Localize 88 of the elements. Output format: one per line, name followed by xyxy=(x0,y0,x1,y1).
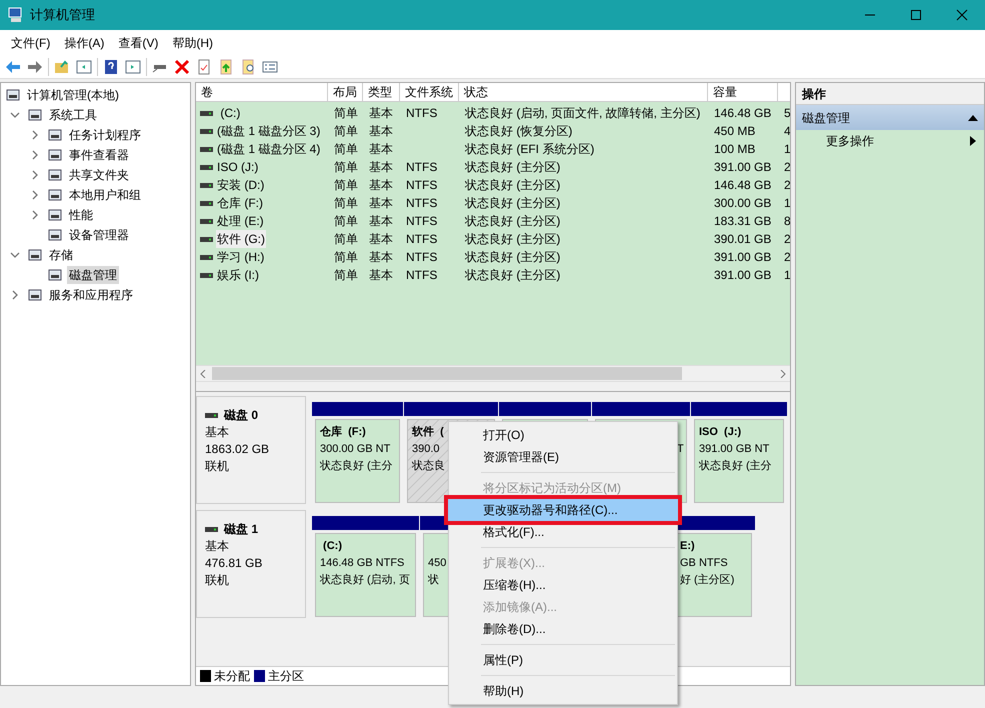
table-cell-text: 2 xyxy=(783,231,790,248)
partition-size: 450 xyxy=(428,556,446,571)
table-cell-text: 状态良好 (EFI 系统分区) xyxy=(464,141,596,158)
table-cell-text: 状态良好 (主分区) xyxy=(464,159,562,176)
table-cell-text: 基本 xyxy=(368,195,394,212)
table-cell-text: 391.00 GB xyxy=(713,159,772,176)
table-cell-text: 8 xyxy=(783,213,790,230)
table-cell-text: 状态良好 (主分区) xyxy=(464,177,562,194)
partition-size: 146.48 GB NTFS xyxy=(320,556,404,571)
table-cell-text: 简单 xyxy=(333,105,359,122)
table-cell-text: 状态良好 (主分区) xyxy=(464,195,562,212)
partition-status: 状态良 xyxy=(412,458,445,474)
actions-title: 操作 xyxy=(796,83,984,105)
disk-size: 1863.02 GB xyxy=(205,441,270,458)
table-cell-text: NTFS xyxy=(405,159,438,176)
table-cell-text: NTFS xyxy=(405,231,438,248)
partition-title: (C:) xyxy=(322,539,342,554)
table-cell-text: 简单 xyxy=(333,213,359,230)
table-cell-text: 450 MB xyxy=(713,123,756,140)
table-cell-text: 2 xyxy=(783,249,790,266)
partition-title: ISO (J:) xyxy=(699,425,742,440)
disk-status: 联机 xyxy=(205,458,230,475)
table-cell-text: 146.48 GB xyxy=(713,105,772,122)
table-cell-text: 简单 xyxy=(333,195,359,212)
table-cell-text: 状态良好 (启动, 页面文件, 故障转储, 主分区) xyxy=(464,105,702,122)
partition-status: 状态良好 (主分 xyxy=(320,458,393,474)
table-cell-text: 390.01 GB xyxy=(713,231,772,248)
table-cell-text: 1 xyxy=(783,267,790,284)
table-cell-text: 183.31 GB xyxy=(713,213,772,230)
table-cell-text: NTFS xyxy=(405,105,438,122)
table-cell-text: 基本 xyxy=(368,231,394,248)
table-cell-text: NTFS xyxy=(405,249,438,266)
table-cell-text: 4 xyxy=(783,123,790,140)
table-cell-text: 简单 xyxy=(333,231,359,248)
table-cell-text: NTFS xyxy=(405,267,438,284)
table-cell-text: 基本 xyxy=(368,213,394,230)
disk-status: 联机 xyxy=(205,572,230,589)
disk-name: 磁盘 0 xyxy=(224,407,258,424)
table-cell-text: 1 xyxy=(783,141,790,158)
table-cell-text: 基本 xyxy=(368,177,394,194)
disk-name: 磁盘 1 xyxy=(224,521,258,538)
table-cell-text: 状态良好 (主分区) xyxy=(464,267,562,284)
disk-type: 基本 xyxy=(205,538,230,555)
partition-status: 状态良好 (主分 xyxy=(699,458,772,474)
partition-title: 仓库 (F:) xyxy=(320,424,366,440)
disk-size: 476.81 GB xyxy=(205,555,264,572)
table-cell-text: 基本 xyxy=(368,249,394,266)
table-cell-text: 简单 xyxy=(333,123,359,140)
legend-label: 主分区 xyxy=(268,668,304,685)
table-cell-text: 100 MB xyxy=(713,141,756,158)
table-cell-text: 2 xyxy=(783,159,790,176)
partition-status: 状态良好 (启动, 页 xyxy=(320,572,410,588)
disk-type: 基本 xyxy=(205,424,230,441)
table-cell-text: 简单 xyxy=(333,267,359,284)
table-cell-text: 简单 xyxy=(333,249,359,266)
table-cell-text: NTFS xyxy=(405,213,438,230)
table-cell-text: 基本 xyxy=(368,159,394,176)
table-cell-text: 基本 xyxy=(368,105,394,122)
table-cell-text: 146.48 GB xyxy=(713,177,772,194)
table-cell-text: 1 xyxy=(783,195,790,212)
partition-size: 391.00 GB NT xyxy=(699,442,770,457)
table-cell-text: 300.00 GB xyxy=(713,195,772,212)
table-cell-text: 基本 xyxy=(368,141,394,158)
table-cell-text: 简单 xyxy=(333,159,359,176)
table-cell-text: 简单 xyxy=(333,141,359,158)
table-cell-text: NTFS xyxy=(405,177,438,194)
table-cell-text: 状态良好 (主分区) xyxy=(464,213,562,230)
table-cell-text: 基本 xyxy=(368,267,394,284)
legend-label: 未分配 xyxy=(214,668,250,685)
partition-title: E:) xyxy=(680,539,695,554)
partition-status: 好 (主分区) xyxy=(680,572,734,588)
table-cell-text: 状态良好 (恢复分区) xyxy=(464,123,574,140)
partition-size: 390.0 xyxy=(412,442,440,457)
partition-size: GB NTFS xyxy=(680,556,728,571)
table-cell-text: 简单 xyxy=(333,177,359,194)
partition-size: T xyxy=(677,442,684,457)
table-cell-text: 391.00 GB xyxy=(713,249,772,266)
table-cell-text: 2 xyxy=(783,177,790,194)
partition-title: 软件 ( xyxy=(412,424,444,440)
table-cell-text: 状态良好 (主分区) xyxy=(464,231,562,248)
table-cell-text: 5 xyxy=(783,105,790,122)
partition-status: 状 xyxy=(428,573,439,588)
table-cell-text: NTFS xyxy=(405,195,438,212)
table-cell-text: 状态良好 (主分区) xyxy=(464,249,562,266)
window-title: 计算机管理 xyxy=(30,6,96,24)
table-cell-text: 基本 xyxy=(368,123,394,140)
table-cell-text: 391.00 GB xyxy=(713,267,772,284)
partition-size: 300.00 GB NT xyxy=(320,442,390,457)
